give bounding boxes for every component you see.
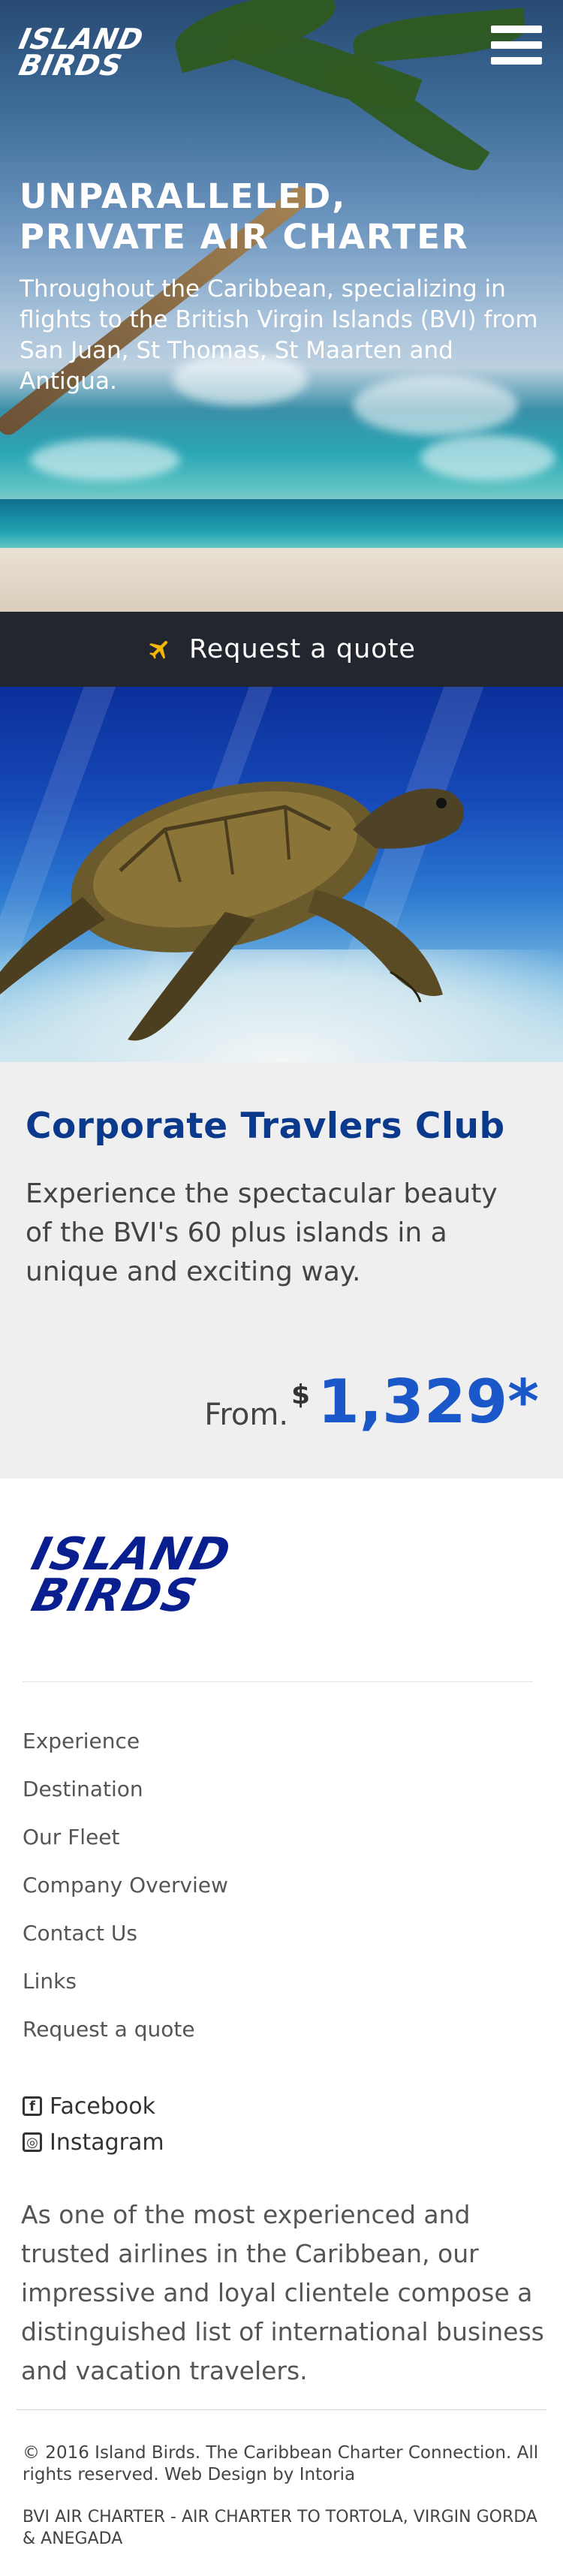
footer-link-contact-us[interactable]: Contact Us	[23, 1918, 228, 1967]
request-quote-label: Request a quote	[189, 634, 416, 664]
footer-logo[interactable]: ISLAND BIRDS	[26, 1528, 258, 1632]
footer-about: As one of the most experienced and trust…	[21, 2200, 544, 2385]
promo-title[interactable]: Corporate Travlers Club	[26, 1106, 505, 1147]
site-logo[interactable]: ISLAND BIRDS	[16, 21, 155, 84]
facebook-link[interactable]: f Facebook	[23, 2088, 164, 2124]
promo-price: From. $ 1,329*	[204, 1366, 539, 1438]
footer-tagline: BVI AIR CHARTER - AIR CHARTER TO TORTOLA…	[23, 2508, 537, 2548]
hero-title-line2: PRIVATE AIR CHARTER	[20, 217, 469, 257]
footer-link-request-quote[interactable]: Request a quote	[23, 2015, 228, 2063]
price-currency: $	[291, 1380, 311, 1410]
footer-bottom-divider	[17, 2409, 546, 2410]
hero-beach	[0, 548, 563, 612]
instagram-label: Instagram	[50, 2129, 164, 2156]
price-prefix: From.	[204, 1398, 289, 1432]
turtle-illustration	[0, 781, 464, 1041]
palm-leaf	[321, 49, 490, 184]
footer-link-company-overview[interactable]: Company Overview	[23, 1870, 228, 1918]
instagram-link[interactable]: ◎ Instagram	[23, 2124, 164, 2160]
footer-link-experience[interactable]: Experience	[23, 1726, 228, 1774]
hamburger-menu-icon[interactable]	[491, 26, 542, 71]
hero-section: ISLAND BIRDS UNPARALLELED, PRIVATE AIR C…	[0, 0, 563, 612]
promo-description: Experience the spectacular beauty of the…	[26, 1178, 498, 1287]
logo-line2: BIRDS	[16, 49, 126, 82]
instagram-icon: ◎	[23, 2132, 42, 2152]
facebook-label: Facebook	[50, 2093, 155, 2120]
social-links: f Facebook ◎ Instagram	[23, 2088, 164, 2160]
footer-copyright: © 2016 Island Birds. The Caribbean Chart…	[23, 2443, 539, 2484]
footer-link-links[interactable]: Links	[23, 1967, 228, 2015]
corporate-club-promo: Corporate Travlers Club Experience the s…	[0, 1062, 563, 1479]
hero-cloud	[30, 439, 180, 480]
sea-turtle-image	[0, 687, 563, 1062]
site-footer: ISLAND BIRDS Experience Destination Our …	[0, 1479, 563, 2576]
footer-logo-line2: BIRDS	[26, 1569, 203, 1623]
footer-divider	[23, 1681, 533, 1682]
airplane-icon	[149, 640, 168, 660]
footer-link-destination[interactable]: Destination	[23, 1774, 228, 1822]
facebook-icon: f	[23, 2096, 42, 2116]
hero-cloud	[420, 435, 555, 480]
hero-sea	[0, 499, 563, 552]
price-amount: 1,329*	[318, 1367, 539, 1437]
request-quote-button[interactable]: Request a quote	[0, 612, 563, 687]
hero-description: Throughout the Caribbean, specializing i…	[20, 275, 538, 395]
footer-link-our-fleet[interactable]: Our Fleet	[23, 1822, 228, 1870]
hero-title: UNPARALLELED, PRIVATE AIR CHARTER	[20, 176, 530, 257]
hero-title-line1: UNPARALLELED,	[20, 176, 347, 216]
footer-nav: Experience Destination Our Fleet Company…	[23, 1726, 228, 2063]
